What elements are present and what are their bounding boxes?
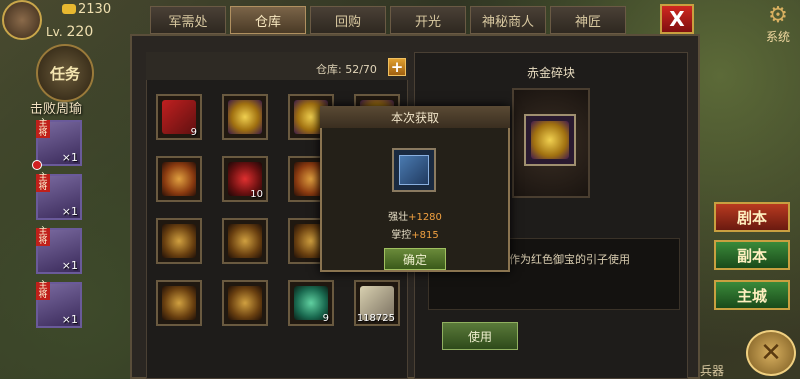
hero-count: ×1 [61,259,78,272]
stat-value: +815 [411,230,439,241]
inventory-slot[interactable] [156,156,202,202]
inventory-slot[interactable]: 9 [156,94,202,140]
gold-fragment-icon [524,114,576,166]
story-button[interactable]: 剧本 [714,202,790,232]
inventory-slot[interactable]: 9 [288,280,334,326]
hero-badge: 主将 [36,174,50,192]
use-button[interactable]: 使用 [442,322,518,350]
helmet-icon [228,286,262,320]
gold-amount: 2130 [78,2,112,17]
hero-card-4[interactable]: 主将 ×1 [36,282,82,328]
inventory-slot[interactable] [222,280,268,326]
helmet-icon [228,224,262,258]
tab-mystery-merchant[interactable]: 神秘商人 [470,6,546,34]
hero-count: ×1 [61,205,78,218]
hero-badge: 主将 [36,120,50,138]
inventory-slot[interactable] [222,94,268,140]
confirm-button[interactable]: 确定 [384,248,446,270]
player-level: Lv. 220 [46,24,93,40]
tab-consecrate[interactable]: 开光 [390,6,466,34]
inventory-slot[interactable] [156,218,202,264]
inventory-slot[interactable]: 10 [222,156,268,202]
hero-badge: 主将 [36,282,50,300]
tab-supply[interactable]: 军需处 [150,6,226,34]
popup-title: 本次获取 [320,106,510,128]
weapon-label[interactable]: 兵器 [700,362,724,379]
hero-badge: 主将 [36,228,50,246]
hero-card-2[interactable]: 主将 ×1 [36,174,82,220]
expand-storage-button[interactable]: + [388,58,406,76]
helmet-icon [162,224,196,258]
stat-strength: 强壮+1280 [320,208,510,223]
hero-count: ×1 [61,151,78,164]
item-count: 10 [250,189,263,200]
tab-warehouse[interactable]: 仓库 [230,6,306,34]
main-city-button[interactable]: 主城 [714,280,790,310]
inventory-slot[interactable]: 118725 [354,280,400,326]
item-count: 9 [322,313,329,324]
notification-dot [32,160,42,170]
tab-bar: 军需处 仓库 回购 开光 神秘商人 神匠 [150,6,626,34]
close-button[interactable]: X [660,4,694,34]
dungeon-button[interactable]: 副本 [714,240,790,270]
crossed-swords-icon[interactable]: ✕ [746,330,796,376]
level-prefix: Lv. [46,25,63,39]
player-avatar[interactable] [2,0,42,40]
quest-label: 任务 [49,64,80,83]
stat-value: +1280 [408,212,442,223]
blue-book-icon [392,148,436,192]
item-name: 赤金碎块 [526,66,575,80]
hero-count: ×1 [61,313,78,326]
hero-card-3[interactable]: 主将 ×1 [36,228,82,274]
gold-fragment-icon [228,100,262,134]
inventory-slot[interactable] [156,280,202,326]
system-button[interactable]: ⚙ 系统 [758,4,798,48]
system-label: 系统 [765,30,790,44]
armor-icon [162,162,196,196]
stat-label: 掌控 [391,230,412,241]
helmet-icon [162,286,196,320]
tab-craftsman[interactable]: 神匠 [550,6,626,34]
quest-objective[interactable]: 击败周瑜 [30,98,82,117]
stat-label: 强壮 [388,212,409,223]
level-value: 220 [66,24,94,40]
item-count: 118725 [356,313,395,324]
inventory-slot[interactable] [222,218,268,264]
quest-button[interactable]: 任务 [36,44,94,102]
tab-buyback[interactable]: 回购 [310,6,386,34]
item-count: 9 [190,127,197,138]
storage-capacity: 仓库: 52/70 [316,63,377,76]
gear-icon: ⚙ [768,3,788,28]
hero-card-1[interactable]: 主将 ×1 [36,120,82,166]
stat-control: 掌控+815 [320,226,510,241]
gold-ingot-icon [62,4,76,14]
